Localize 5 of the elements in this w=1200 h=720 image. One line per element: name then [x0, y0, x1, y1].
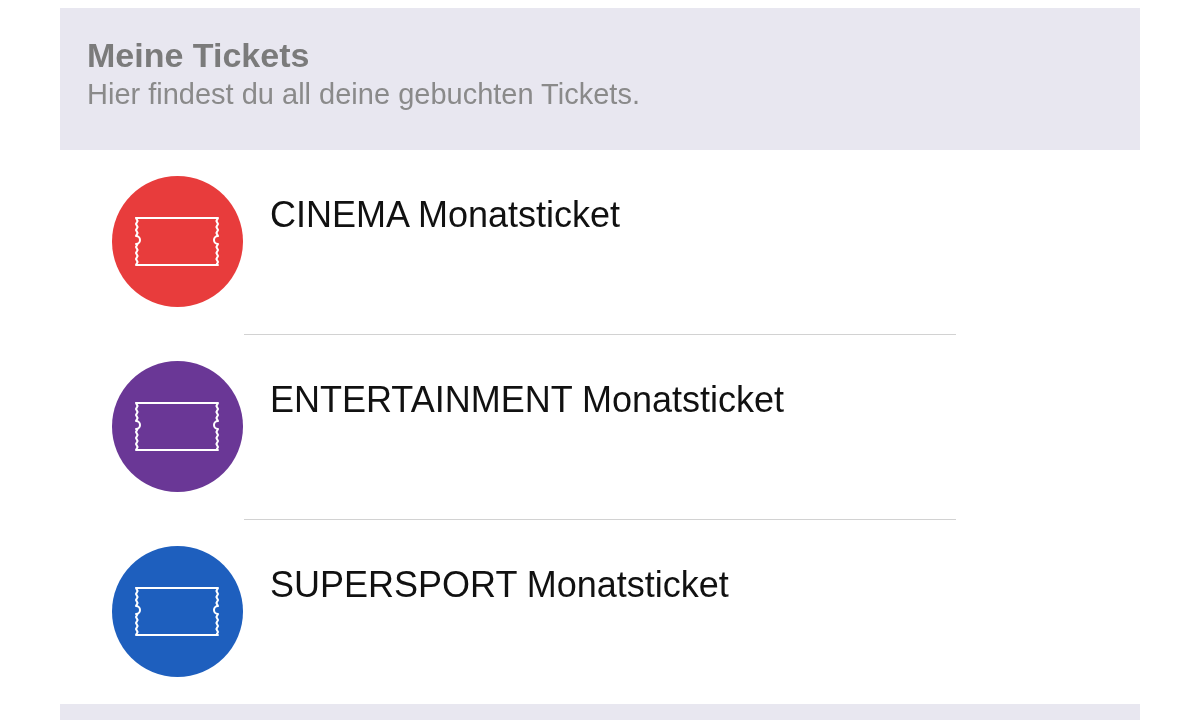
page-title: Meine Tickets: [87, 35, 310, 75]
ticket-name[interactable]: CINEMA Monatsticket: [270, 193, 621, 237]
ticket-name[interactable]: SUPERSPORT Monatsticket: [270, 563, 729, 607]
ticket-name[interactable]: ENTERTAINMENT Monatsticket: [270, 378, 785, 422]
page-subtitle: Hier findest du all deine gebuchten Tickets.: [87, 77, 640, 112]
